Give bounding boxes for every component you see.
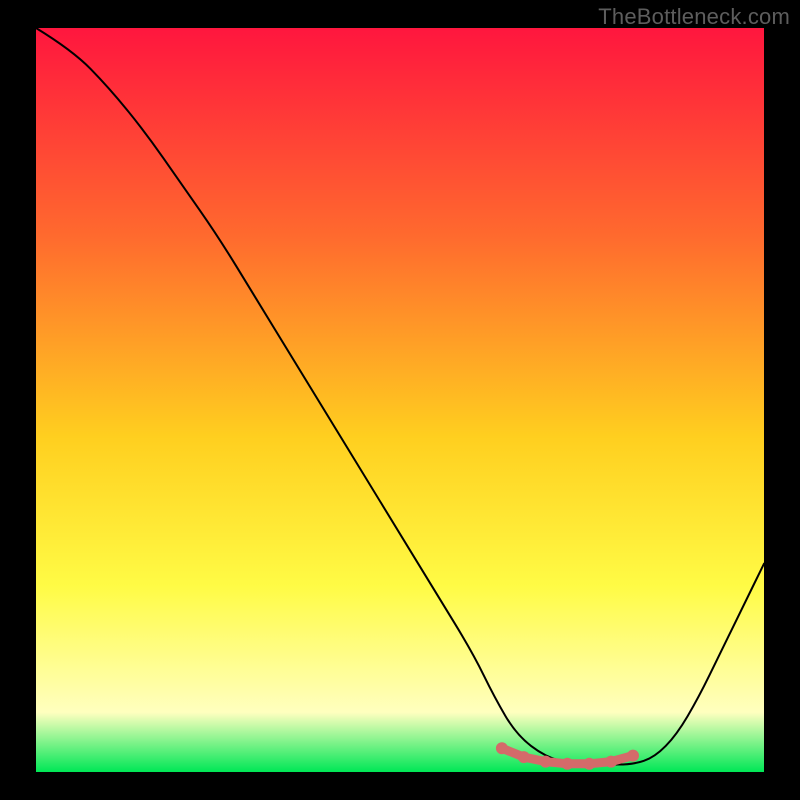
sweet-spot-dot bbox=[496, 742, 508, 754]
sweet-spot-dot bbox=[583, 758, 595, 770]
sweet-spot-dot bbox=[605, 756, 617, 768]
chart-frame: TheBottleneck.com bbox=[0, 0, 800, 800]
sweet-spot-dot bbox=[561, 758, 573, 770]
sweet-spot-dot bbox=[540, 756, 552, 768]
gradient-background bbox=[36, 28, 764, 772]
plot-area bbox=[36, 28, 764, 772]
sweet-spot-dot bbox=[518, 751, 530, 763]
sweet-spot-dot bbox=[627, 750, 639, 762]
chart-svg bbox=[0, 0, 800, 800]
watermark-text: TheBottleneck.com bbox=[598, 4, 790, 30]
